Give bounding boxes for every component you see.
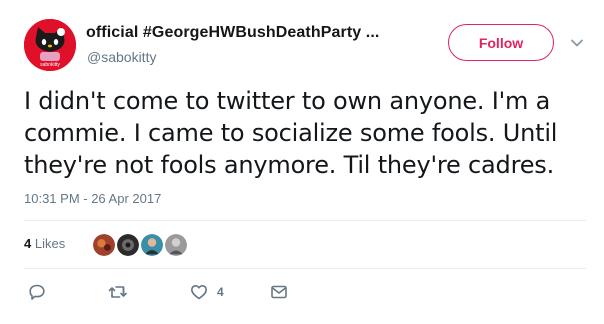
- reply-button[interactable]: [28, 280, 46, 304]
- author-display-name[interactable]: official #GeorgeHWBushDeathParty ...: [86, 24, 379, 42]
- tweet-text: I didn't come to twitter to own anyone. …: [24, 85, 584, 181]
- divider: [24, 220, 586, 221]
- reply-icon: [29, 284, 45, 300]
- chevron-down-icon[interactable]: [570, 36, 584, 50]
- liker-avatar-3[interactable]: [140, 233, 164, 257]
- heart-icon: [191, 285, 207, 300]
- retweet-icon: [108, 286, 127, 298]
- liker-avatar-4[interactable]: [164, 233, 188, 257]
- tweet-card: sabokitty official #GeorgeHWBushDeathPar…: [0, 0, 604, 324]
- likes-count: 4: [24, 236, 32, 251]
- tweet-text-line: I didn't come to twitter to own anyone. …: [24, 87, 551, 115]
- retweet-button[interactable]: [108, 280, 128, 304]
- tweet-text-line: they're not fools anymore. Til they're c…: [24, 151, 555, 179]
- like-button[interactable]: 4: [190, 280, 224, 304]
- tweet-text-line: commie. I came to socialize some fools. …: [24, 119, 558, 147]
- divider: [24, 268, 586, 269]
- follow-button[interactable]: Follow: [448, 24, 554, 61]
- svg-text:sabokitty: sabokitty: [40, 62, 60, 68]
- liker-avatar-1[interactable]: [92, 233, 116, 257]
- envelope-icon: [271, 285, 287, 299]
- likers-avatars: [92, 233, 188, 257]
- direct-message-button[interactable]: [270, 280, 288, 304]
- likes-stat[interactable]: 4 Likes: [24, 236, 65, 251]
- tweet-timestamp[interactable]: 10:31 PM - 26 Apr 2017: [24, 191, 161, 206]
- author-handle[interactable]: @sabokitty: [87, 49, 156, 65]
- author-avatar[interactable]: sabokitty: [24, 19, 76, 71]
- tweet-actions: 4: [0, 280, 604, 304]
- hello-kitty-avatar-icon: sabokitty: [24, 19, 76, 71]
- liker-avatar-2[interactable]: [116, 233, 140, 257]
- likes-label: Likes: [34, 236, 66, 251]
- like-count: 4: [217, 285, 224, 299]
